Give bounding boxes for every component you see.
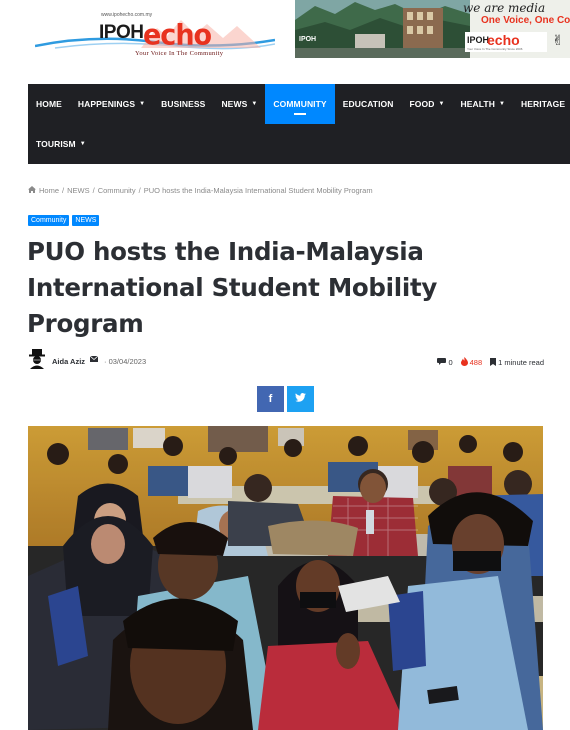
read-time: 1 minute read [490, 357, 544, 368]
author-name[interactable]: Aida Aziz [52, 357, 85, 366]
breadcrumb: Home / NEWS / Community / PUO hosts the India-… [28, 186, 373, 195]
bookmark-icon [490, 357, 497, 368]
logo-echo-mark: echo [137, 14, 265, 52]
nav-item-education[interactable]: EDUCATION [335, 84, 402, 124]
category-tag-community[interactable]: Community [28, 215, 70, 226]
chevron-down-icon: ▼ [79, 141, 86, 147]
nav-item-heritage[interactable]: HERITAGE▼ [513, 84, 570, 124]
nav-row-secondary: TOURISM ▼ [28, 124, 94, 164]
nav-item-food[interactable]: FOOD ▼ [402, 84, 453, 124]
chevron-down-icon: ▼ [251, 101, 258, 107]
chevron-down-icon: ▼ [498, 101, 506, 107]
nav-item-home[interactable]: HOME [28, 84, 70, 124]
breadcrumb-home[interactable]: Home [39, 186, 59, 195]
views-count: 488 [460, 357, 482, 368]
twitter-icon [295, 393, 306, 405]
logo-tagline: Your Voice In The Community [135, 50, 224, 57]
chevron-down-icon: ▼ [438, 101, 445, 107]
fire-icon [460, 357, 468, 368]
breadcrumb-news[interactable]: NEWS [67, 186, 90, 195]
banner-place-label: IPOH [299, 36, 317, 43]
author-avatar[interactable] [28, 349, 46, 369]
header-banner-ad[interactable]: IPOH we are media One Voice, One Co IPOH… [295, 0, 570, 58]
chevron-down-icon: ▼ [139, 101, 146, 107]
nav-item-tourism[interactable]: TOURISM ▼ [28, 124, 94, 164]
thumbs-up-icon: ✌ [552, 32, 564, 48]
breadcrumb-community[interactable]: Community [98, 186, 136, 195]
banner-photo [295, 0, 470, 58]
post-categories: Community NEWS [28, 215, 100, 226]
nav-item-health[interactable]: HEALTH ▼ [453, 84, 514, 124]
category-tag-news[interactable]: NEWS [72, 215, 100, 226]
article-meta: Aida Aziz · 03/04/2023 0 488 1 minute re… [28, 349, 544, 371]
banner-slogan-line2: One Voice, One Co [481, 15, 570, 26]
facebook-icon: f [268, 393, 273, 405]
main-nav: HOME HAPPENINGS ▼ BUSINESS NEWS ▼ COMMUNITY EDU… [28, 84, 570, 164]
breadcrumb-current: PUO hosts the India-Malaysia Internation… [143, 186, 373, 195]
banner-mini-logo: IPOH echo Your Voice In The Community Si… [465, 32, 547, 52]
comments-count[interactable]: 0 [437, 358, 453, 367]
publish-date: · 03/04/2023 [104, 357, 147, 366]
banner-slogan-line1: we are media [463, 1, 546, 15]
nav-item-happenings[interactable]: HAPPENINGS ▼ [70, 84, 153, 124]
article-title: PUO hosts the India-Malaysia Internation… [27, 237, 438, 338]
comment-icon [437, 358, 447, 367]
twitter-share-button[interactable] [287, 386, 314, 412]
facebook-share-button[interactable]: f [257, 386, 284, 412]
nav-row-primary: HOME HAPPENINGS ▼ BUSINESS NEWS ▼ COMMUNITY EDU… [28, 84, 570, 124]
nav-item-community[interactable]: COMMUNITY [265, 84, 335, 124]
article-featured-image [28, 426, 543, 730]
site-logo[interactable]: www.ipohecho.com.my IPOH echo Your Voice… [35, 10, 275, 60]
share-buttons: f [257, 386, 314, 412]
article-stats: 0 488 1 minute read [437, 357, 544, 368]
home-icon [28, 186, 36, 195]
site-header: www.ipohecho.com.my IPOH echo Your Voice… [0, 0, 570, 72]
mail-icon[interactable] [90, 356, 98, 362]
nav-item-business[interactable]: BUSINESS [153, 84, 213, 124]
nav-item-news[interactable]: NEWS ▼ [213, 84, 265, 124]
